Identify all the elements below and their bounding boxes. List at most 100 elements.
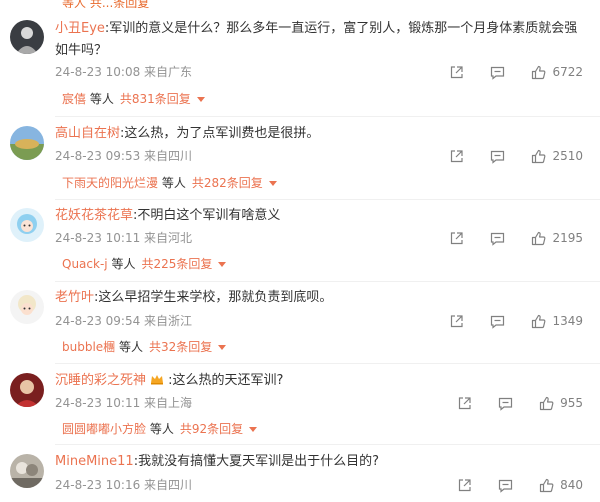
replies-link[interactable]: bubble檲 等人 共32条回复	[62, 339, 227, 355]
like-button[interactable]: 1349	[531, 314, 583, 329]
like-count: 840	[560, 478, 583, 492]
divider	[55, 199, 600, 200]
comment-text: 老竹叶:这么早招学生来学校，那就负责到底呗。	[55, 287, 585, 309]
divider	[55, 363, 600, 364]
reply-total[interactable]: 共225条回复	[141, 257, 212, 271]
like-button[interactable]: 955	[539, 396, 583, 411]
share-button[interactable]	[449, 231, 464, 246]
share-button[interactable]	[457, 396, 472, 411]
reply-total[interactable]: 共32条回复	[149, 340, 212, 354]
reply-username[interactable]: 下雨天的阳光烂漫	[62, 176, 158, 190]
replies-link[interactable]: 下雨天的阳光烂漫 等人 共282条回复	[62, 175, 277, 191]
reply-total[interactable]: 共831条回复	[120, 92, 191, 106]
comment-actions: 1349	[423, 312, 583, 330]
like-count: 955	[560, 396, 583, 410]
previous-comment-fragment: 等人 共...条回复	[0, 0, 600, 8]
share-button[interactable]	[449, 65, 464, 80]
comment-username[interactable]: 小丑Eye	[55, 21, 105, 36]
comment-text: 花妖花茶花草:不明白这个军训有啥意义	[55, 205, 585, 227]
thumbs-up-icon	[532, 231, 546, 245]
like-count: 2195	[552, 231, 583, 245]
reply-username[interactable]: 圆圆嘟嘟小方脸	[62, 422, 146, 436]
reply-username[interactable]: Quack-j	[62, 257, 108, 271]
comment-meta: 24-8-23 10:11 来自上海	[55, 396, 193, 410]
like-button[interactable]: 2195	[531, 231, 583, 246]
share-icon	[458, 478, 471, 491]
comment-username[interactable]: MineMine11	[55, 454, 134, 469]
chevron-down-icon[interactable]	[218, 262, 227, 267]
like-button[interactable]: 2510	[531, 149, 583, 164]
replies-link[interactable]: 圆圆嘟嘟小方脸 等人 共92条回复	[62, 421, 258, 437]
reply-username[interactable]: bubble檲	[62, 340, 115, 354]
comment-actions: 955	[431, 394, 583, 412]
thumbs-up-icon	[539, 478, 554, 492]
reply-connector: 等人	[119, 340, 144, 354]
reply-connector: 等人	[89, 92, 114, 106]
like-count: 1349	[552, 314, 583, 328]
avatar[interactable]	[10, 454, 44, 488]
share-icon	[451, 65, 464, 78]
avatar[interactable]	[10, 208, 44, 242]
comment-username[interactable]: 老竹叶	[55, 290, 94, 305]
reply-total[interactable]: 共282条回复	[192, 176, 263, 190]
comment-text: 小丑Eye:军训的意义是什么？那么多年一直运行，富了别人，锻炼那一个月身体素质就…	[55, 18, 585, 62]
reply-connector: 等人	[111, 257, 136, 271]
comment-icon	[491, 232, 505, 246]
comment-meta: 24-8-23 10:16 来自四川	[55, 478, 193, 492]
chevron-down-icon[interactable]	[249, 427, 258, 432]
comment-body: :军训的意义是什么？那么多年一直运行，富了别人，锻炼那一个月身体素质就会强如牛吗…	[55, 21, 578, 58]
comment-actions: 6722	[423, 63, 583, 81]
comment-username[interactable]: 花妖花茶花草	[55, 208, 133, 223]
share-icon	[458, 396, 471, 409]
chevron-down-icon[interactable]	[268, 181, 277, 186]
share-icon	[451, 149, 464, 162]
share-button[interactable]	[457, 478, 472, 493]
comment-button[interactable]	[498, 478, 513, 493]
comment-username[interactable]: 沉睡的彩之死神	[55, 373, 146, 388]
comment-icon	[498, 397, 513, 411]
comment-icon	[498, 479, 513, 493]
replies-link[interactable]: 宸僖 等人 共831条回复	[62, 91, 205, 107]
share-button[interactable]	[449, 314, 464, 329]
comment-button[interactable]	[498, 396, 513, 411]
divider	[55, 444, 600, 445]
comment-button[interactable]	[490, 65, 505, 80]
share-button[interactable]	[449, 149, 464, 164]
like-count: 6722	[552, 65, 583, 79]
comment-button[interactable]	[490, 231, 505, 246]
thumbs-up-icon	[532, 65, 546, 79]
comment-body: :这么早招学生来学校，那就负责到底呗。	[94, 290, 333, 305]
reply-connector: 等人	[161, 176, 186, 190]
comment-text: 沉睡的彩之死神 :这么热的天还军训?	[55, 370, 585, 392]
comment-meta: 24-8-23 09:54 来自浙江	[55, 314, 193, 328]
comment-username[interactable]: 高山自在树	[55, 126, 120, 141]
like-count: 2510	[552, 149, 583, 163]
comment-button[interactable]	[490, 149, 505, 164]
comment-icon	[491, 315, 505, 329]
like-button[interactable]: 840	[539, 478, 583, 493]
replies-link[interactable]: Quack-j 等人 共225条回复	[62, 256, 227, 272]
crown-badge-icon	[151, 375, 164, 385]
comment-actions: 840	[431, 476, 583, 494]
reply-total[interactable]: 共92条回复	[180, 422, 243, 436]
share-icon	[451, 231, 464, 244]
chevron-down-icon[interactable]	[196, 97, 205, 102]
share-icon	[451, 314, 464, 327]
thumbs-up-icon	[539, 396, 554, 410]
comment-body: :不明白这个军训有啥意义	[133, 208, 281, 223]
comment-meta: 24-8-23 09:53 来自四川	[55, 149, 193, 163]
reply-username[interactable]: 宸僖	[62, 92, 86, 106]
avatar[interactable]	[10, 290, 44, 324]
thumbs-up-icon	[532, 149, 546, 163]
comment-meta: 24-8-23 10:11 来自河北	[55, 231, 193, 245]
chevron-down-icon[interactable]	[218, 345, 227, 350]
avatar[interactable]	[10, 20, 44, 54]
comment-icon	[491, 66, 505, 80]
avatar[interactable]	[10, 126, 44, 160]
reply-connector: 等人	[149, 422, 174, 436]
divider	[55, 116, 600, 117]
like-button[interactable]: 6722	[531, 65, 583, 80]
avatar[interactable]	[10, 373, 44, 407]
comment-actions: 2195	[423, 229, 583, 247]
comment-button[interactable]	[490, 314, 505, 329]
